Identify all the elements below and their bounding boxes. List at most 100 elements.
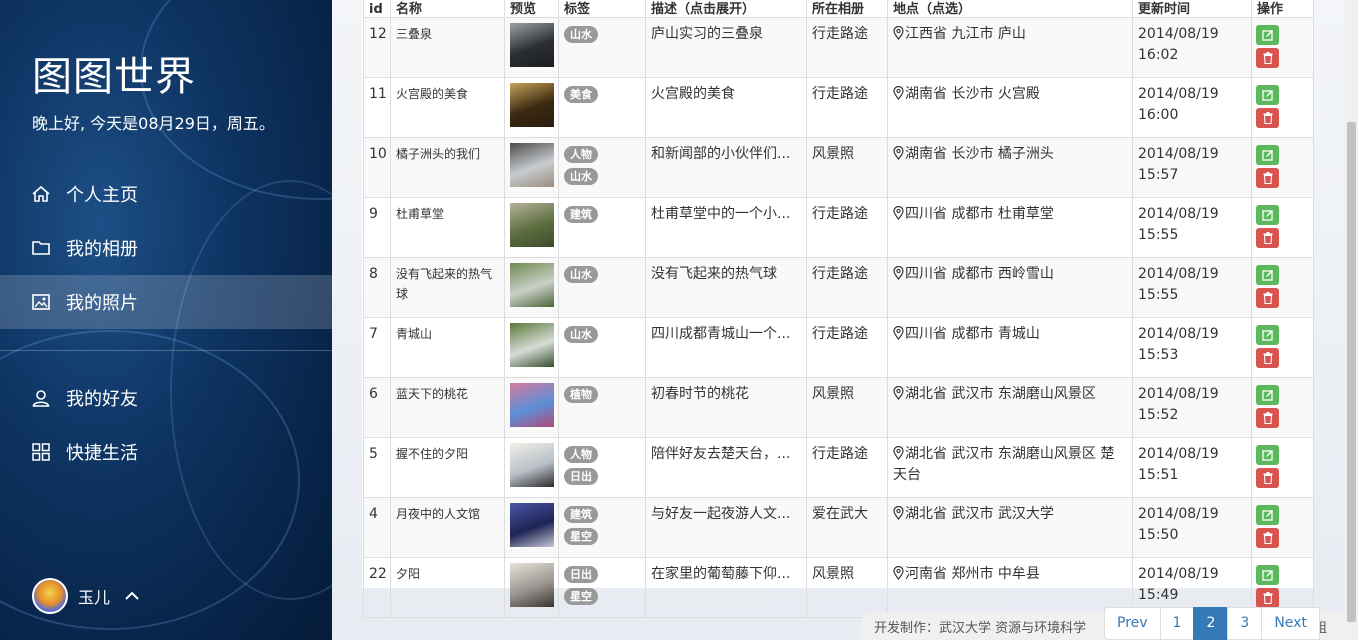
cell-album: 爱在武大 [806, 497, 888, 558]
tag-badge[interactable]: 山水 [564, 266, 598, 283]
edit-button[interactable] [1256, 505, 1279, 525]
nav-item-label: 个人主页 [66, 185, 138, 206]
tag-badge[interactable]: 日出 [564, 566, 598, 583]
tag-badge[interactable]: 植物 [564, 386, 598, 403]
edit-icon [1261, 569, 1274, 581]
nav-item-photos[interactable]: 我的照片 [0, 275, 332, 329]
cell-description[interactable]: 陪伴好友去楚天台，... [645, 437, 807, 498]
delete-button[interactable] [1256, 528, 1279, 548]
photo-thumbnail[interactable] [510, 23, 554, 67]
cell-description[interactable]: 火宫殿的美食 [645, 77, 807, 138]
photo-thumbnail[interactable] [510, 323, 554, 367]
photo-thumbnail[interactable] [510, 443, 554, 487]
pagination-next[interactable]: Next [1261, 607, 1320, 640]
edit-button[interactable] [1256, 565, 1279, 585]
updated-time: 15:50 [1138, 527, 1179, 543]
tag-badge[interactable]: 建筑 [564, 506, 598, 523]
delete-button[interactable] [1256, 168, 1279, 188]
photo-thumbnail[interactable] [510, 503, 554, 547]
tag-badge[interactable]: 山水 [564, 168, 598, 185]
tag-badge[interactable]: 山水 [564, 326, 598, 343]
cell-location[interactable]: 湖北省 武汉市 东湖磨山风景区 楚天台 [887, 437, 1133, 498]
delete-button[interactable] [1256, 288, 1279, 308]
delete-button[interactable] [1256, 48, 1279, 68]
edit-button[interactable] [1256, 145, 1279, 165]
edit-button[interactable] [1256, 445, 1279, 465]
cell-album: 行走路途 [806, 317, 888, 378]
trash-icon [1263, 172, 1273, 184]
location-text: 湖南省 长沙市 橘子洲头 [905, 146, 1054, 162]
edit-icon [1261, 389, 1274, 401]
cell-location[interactable]: 湖南省 长沙市 火宫殿 [887, 77, 1133, 138]
pagination-page[interactable]: 3 [1227, 607, 1263, 640]
cell-location[interactable]: 湖北省 武汉市 武汉大学 [887, 497, 1133, 558]
main-content: id 名称 预览 标签 描述（点击展开） 所在相册 地点（点选） 更新时间 操作… [332, 0, 1344, 640]
nav-item-quicklife[interactable]: 快捷生活 [0, 425, 332, 479]
edit-button[interactable] [1256, 325, 1279, 345]
cell-location[interactable]: 四川省 成都市 青城山 [887, 317, 1133, 378]
edit-button[interactable] [1256, 25, 1279, 45]
edit-button[interactable] [1256, 265, 1279, 285]
delete-button[interactable] [1256, 228, 1279, 248]
user-menu[interactable]: 玉儿 [32, 578, 140, 614]
cell-thumb [504, 197, 559, 258]
tag-badge[interactable]: 美食 [564, 86, 598, 103]
table-row: 6 蓝天下的桃花 植物 初春时节的桃花 风景照 湖北省 武汉市 东湖磨山风景区 2014/0… [363, 377, 1314, 438]
cell-location[interactable]: 湖南省 长沙市 橘子洲头 [887, 137, 1133, 198]
photo-thumbnail[interactable] [510, 83, 554, 127]
photo-thumbnail[interactable] [510, 143, 554, 187]
edit-button[interactable] [1256, 385, 1279, 405]
cell-album: 行走路途 [806, 257, 888, 318]
photo-thumbnail[interactable] [510, 263, 554, 307]
table-row: 8 没有飞起来的热气球 山水 没有飞起来的热气球 行走路途 四川省 成都市 西岭雪山 201… [363, 257, 1314, 318]
cell-location[interactable]: 四川省 成都市 杜甫草堂 [887, 197, 1133, 258]
cell-description[interactable]: 和新闻部的小伙伴们... [645, 137, 807, 198]
cell-tags: 植物 [558, 377, 646, 438]
nav-item-home[interactable]: 个人主页 [0, 167, 332, 221]
cell-description[interactable]: 庐山实习的三叠泉 [645, 17, 807, 78]
cell-album: 行走路途 [806, 197, 888, 258]
delete-button[interactable] [1256, 108, 1279, 128]
updated-time: 15:51 [1138, 467, 1179, 483]
cell-description[interactable]: 杜甫草堂中的一个小... [645, 197, 807, 258]
cell-actions [1251, 137, 1314, 198]
trash-icon [1263, 592, 1273, 604]
tag-badge[interactable]: 星空 [564, 528, 598, 545]
nav-item-friends[interactable]: 我的好友 [0, 371, 332, 425]
pagination-page-active[interactable]: 2 [1193, 607, 1229, 640]
cell-location[interactable]: 湖北省 武汉市 东湖磨山风景区 [887, 377, 1133, 438]
cell-description[interactable]: 没有飞起来的热气球 [645, 257, 807, 318]
cell-actions [1251, 17, 1314, 78]
cell-description[interactable]: 四川成都青城山一个... [645, 317, 807, 378]
tag-badge[interactable]: 建筑 [564, 206, 598, 223]
pagination-prev[interactable]: Prev [1104, 607, 1161, 640]
delete-button[interactable] [1256, 408, 1279, 428]
scrollbar-thumb[interactable] [1347, 122, 1356, 622]
tag-badge[interactable]: 星空 [564, 588, 598, 605]
cell-description[interactable]: 与好友一起夜游人文... [645, 497, 807, 558]
tag-badge[interactable]: 日出 [564, 468, 598, 485]
delete-button[interactable] [1256, 588, 1279, 608]
tag-badge[interactable]: 人物 [564, 146, 598, 163]
delete-button[interactable] [1256, 468, 1279, 488]
table-row: 5 握不住的夕阳 人物 日出 陪伴好友去楚天台，... 行走路途 湖北省 武汉市 东湖磨山风… [363, 437, 1314, 498]
trash-icon [1263, 352, 1273, 364]
cell-description[interactable]: 初春时节的桃花 [645, 377, 807, 438]
cell-location[interactable]: 四川省 成都市 西岭雪山 [887, 257, 1133, 318]
photo-thumbnail[interactable] [510, 383, 554, 427]
table-row: 11 火宫殿的美食 美食 火宫殿的美食 行走路途 湖南省 长沙市 火宫殿 2014/08/1… [363, 77, 1314, 138]
photo-thumbnail[interactable] [510, 203, 554, 247]
tag-badge[interactable]: 山水 [564, 26, 598, 43]
edit-button[interactable] [1256, 205, 1279, 225]
cell-description[interactable]: 在家里的葡萄藤下仰... [645, 557, 807, 618]
edit-button[interactable] [1256, 85, 1279, 105]
tag-badge[interactable]: 人物 [564, 446, 598, 463]
photo-thumbnail[interactable] [510, 563, 554, 607]
pagination-page[interactable]: 1 [1159, 607, 1195, 640]
cell-location[interactable]: 河南省 郑州市 中牟县 [887, 557, 1133, 618]
cell-location[interactable]: 江西省 九江市 庐山 [887, 17, 1133, 78]
delete-button[interactable] [1256, 348, 1279, 368]
nav-item-albums[interactable]: 我的相册 [0, 221, 332, 275]
photo-table: id 名称 预览 标签 描述（点击展开） 所在相册 地点（点选） 更新时间 操作… [363, 0, 1314, 618]
cell-thumb [504, 17, 559, 78]
